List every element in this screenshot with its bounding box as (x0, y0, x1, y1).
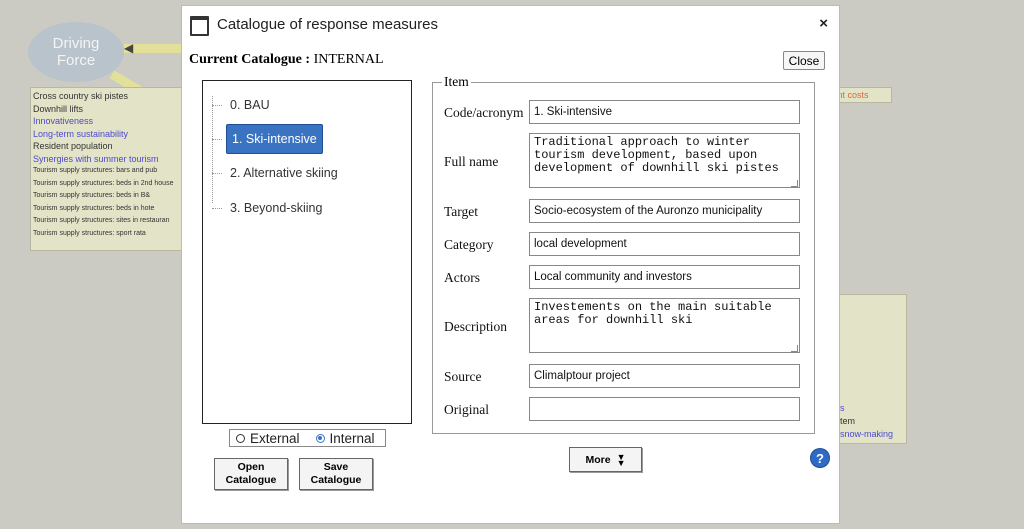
category-input[interactable] (529, 232, 800, 256)
code-input[interactable] (529, 100, 800, 124)
save-catalogue-line1: Save (323, 461, 349, 473)
bg-list-item: Cross country ski pistes (33, 91, 129, 101)
dialog-titlebar[interactable]: Catalogue of response measures × (182, 6, 839, 44)
bg-list-item: Synergies with summer tourism (33, 153, 159, 164)
resize-grip-icon[interactable] (791, 345, 798, 352)
target-input[interactable] (529, 199, 800, 223)
target-label: Target (444, 204, 479, 219)
tree-branch (212, 138, 222, 140)
bg-right-line2: tem (840, 416, 856, 426)
tree-branch (212, 207, 222, 209)
dialog-title: Catalogue of response measures (217, 16, 438, 33)
bg-list-item: Tourism supply structures: beds in 2nd h… (33, 179, 174, 187)
radio-external[interactable]: External (236, 431, 300, 446)
bg-list-item: Tourism supply structures: beds in B& (33, 192, 151, 199)
resize-grip-icon[interactable] (791, 180, 798, 187)
current-catalogue: Current Catalogue : INTERNAL (189, 52, 384, 68)
tree-item-beyond-skiing[interactable]: 3. Beyond-skiing (212, 198, 326, 218)
close-button[interactable]: Close (783, 51, 825, 70)
bg-list-item: Tourism supply structures: sites in rest… (33, 217, 170, 224)
tree-branch (212, 172, 222, 174)
open-catalogue-line2: Catalogue (225, 474, 277, 486)
fullname-label: Full name (444, 154, 499, 169)
tree-item-alternative-skiing[interactable]: 2. Alternative skiing (212, 163, 342, 183)
source-input[interactable] (529, 364, 800, 388)
catalogue-dialog: Catalogue of response measures × Current… (181, 5, 840, 524)
item-legend: Item (442, 74, 471, 90)
bg-list-item: Tourism supply structures: bars and pub (33, 167, 158, 174)
radio-internal-label: Internal (329, 430, 375, 446)
bg-list-item: Tourism supply structures: beds in hote (33, 204, 155, 212)
current-catalogue-label: Current Catalogue : (189, 52, 311, 67)
save-catalogue-line2: Catalogue (310, 474, 362, 486)
bg-variable-list: Cross country ski pistes Downhill lifts In… (30, 87, 192, 251)
bg-right-line1: s (840, 403, 845, 413)
code-label: Code/acronym (444, 105, 524, 120)
bg-list-item: Innovativeness (33, 116, 94, 126)
source-label: Source (444, 369, 482, 384)
tree-item-label: 2. Alternative skiing (230, 166, 338, 180)
open-catalogue-line1: Open (237, 461, 265, 473)
bg-list-item: Long-term sustainability (33, 128, 129, 139)
fullname-textarea[interactable] (529, 133, 800, 188)
bg-arrow-head-icon: ◀ (124, 41, 134, 55)
radio-internal-circle-icon (315, 433, 325, 443)
actors-input[interactable] (529, 265, 800, 289)
category-label: Category (444, 237, 494, 252)
bg-oval-line1: Driving (52, 35, 100, 52)
current-catalogue-value: INTERNAL (313, 52, 384, 67)
tree-item-bau[interactable]: 0. BAU (212, 95, 274, 115)
close-icon[interactable]: × (819, 15, 828, 32)
original-input[interactable] (529, 397, 800, 421)
tree-item-label: 1. Ski-intensive (226, 124, 323, 154)
radio-external-circle-icon (236, 433, 245, 443)
help-icon[interactable]: ? (811, 449, 829, 467)
description-textarea[interactable] (529, 298, 800, 353)
tree-branch (212, 104, 222, 106)
original-label: Original (444, 402, 489, 417)
more-label: More (585, 453, 611, 466)
bg-oval-line2: Force (56, 52, 96, 69)
bg-driving-force-node[interactable]: Driving Force (28, 22, 124, 82)
double-chevron-down-icon: ▼ ▼ (616, 451, 626, 468)
save-catalogue-button[interactable]: Save Catalogue (299, 458, 373, 490)
tree-item-label: 3. Beyond-skiing (230, 201, 323, 215)
tree-item-ski-intensive[interactable]: 1. Ski-intensive (212, 124, 323, 154)
open-catalogue-button[interactable]: Open Catalogue (214, 458, 288, 490)
more-button[interactable]: More ▼ ▼ (569, 447, 642, 472)
measures-tree: 0. BAU 1. Ski-intensive 2. Alternative s… (202, 80, 412, 424)
actors-label: Actors (444, 270, 480, 285)
catalogue-source-radio-group: External Internal (229, 429, 386, 447)
radio-external-label: External (250, 430, 300, 446)
radio-internal[interactable]: Internal (315, 430, 375, 446)
window-icon (190, 16, 209, 36)
description-label: Description (444, 319, 507, 334)
tree-item-label: 0. BAU (230, 98, 270, 112)
bg-list-item: Tourism supply structures: sport rata (33, 229, 146, 237)
bg-right-line3: snow-making (840, 429, 894, 439)
bg-list-item: Resident population (33, 141, 113, 151)
bg-list-item: Downhill lifts (33, 103, 84, 114)
